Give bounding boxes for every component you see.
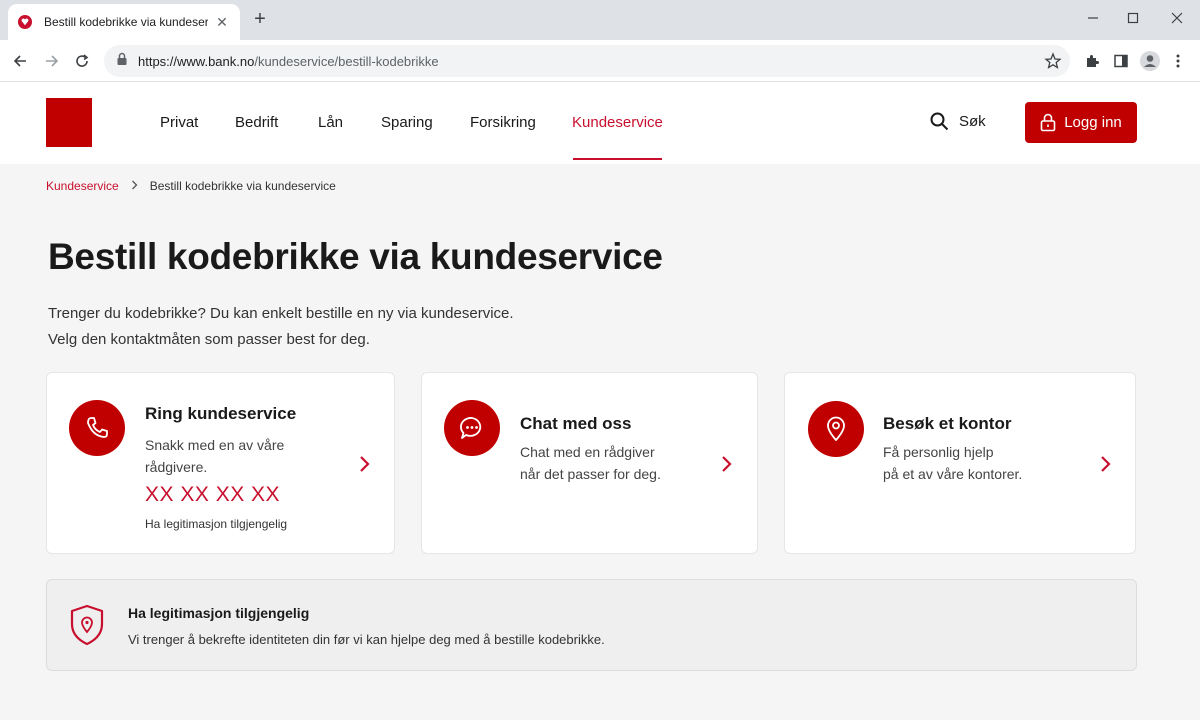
- browser-menu-icon[interactable]: [1166, 49, 1190, 73]
- search-label: Søk: [959, 113, 986, 130]
- search-icon: [930, 112, 949, 131]
- card-besok-et-kontor[interactable]: Besøk et kontor Få personlig hjelp på et…: [784, 372, 1136, 554]
- card-title: Ring kundeservice: [145, 404, 297, 423]
- card-description-line-1: Få personlig hjelp: [883, 444, 994, 460]
- card-note: Ha legitimasjon tilgjengelig: [145, 517, 288, 531]
- phone-number: XX XX XX XX: [145, 483, 281, 506]
- chevron-right-icon: [360, 456, 370, 472]
- close-window-button[interactable]: [1154, 0, 1200, 36]
- card-description: Chat med en rådgiver når det passer for …: [520, 441, 661, 485]
- card-description: Få personlig hjelp på et av våre kontore…: [883, 441, 1022, 485]
- site-header: Privat Bedrift Lån Sparing Forsikring Ku…: [0, 82, 1200, 164]
- intro-line-1: Trenger du kodebrikke? Du kan enkelt bes…: [48, 305, 514, 322]
- browser-toolbar: https://www.bank.no/kundeservice/bestill…: [0, 40, 1200, 82]
- forward-arrow-icon[interactable]: [40, 49, 64, 73]
- card-description-line-2: når det passer for deg.: [520, 466, 661, 482]
- nav-privat[interactable]: Privat: [160, 114, 198, 131]
- login-button[interactable]: Logg inn: [1025, 102, 1137, 143]
- address-bar[interactable]: https://www.bank.no/kundeservice/bestill…: [104, 45, 1070, 77]
- url-path: /kundeservice/bestill-kodebrikke: [254, 53, 439, 69]
- favicon-icon: [18, 15, 32, 29]
- search-button[interactable]: Søk: [930, 112, 986, 131]
- intro-line-2: Velg den kontaktmåten som passer best fo…: [48, 331, 370, 348]
- nav-lan[interactable]: Lån: [318, 114, 343, 131]
- shield-icon: [70, 604, 104, 646]
- chevron-right-icon: [131, 179, 138, 193]
- back-arrow-icon[interactable]: [8, 49, 32, 73]
- chat-icon: [444, 400, 500, 456]
- padlock-icon: [1040, 113, 1056, 132]
- chevron-right-icon: [722, 456, 732, 472]
- bank-logo[interactable]: [46, 98, 92, 147]
- chevron-right-icon: [1101, 456, 1111, 472]
- browser-tab-bar: Bestill kodebrikke via kundeservice ✕ +: [0, 0, 1200, 40]
- card-description-line-1: Chat med en rådgiver: [520, 444, 655, 460]
- tab-close-icon[interactable]: ✕: [214, 14, 230, 31]
- info-text: Vi trenger å bekrefte identiteten din fø…: [128, 632, 605, 647]
- breadcrumb-current: Bestill kodebrikke via kundeservice: [149, 179, 336, 193]
- card-chat-med-oss[interactable]: Chat med oss Chat med en rådgiver når de…: [421, 372, 758, 554]
- url-text: https://www.bank.no/kundeservice/bestill…: [138, 54, 439, 69]
- nav-forsikring[interactable]: Forsikring: [470, 114, 536, 131]
- profile-avatar-icon[interactable]: [1138, 49, 1162, 73]
- card-title: Besøk et kontor: [883, 414, 1012, 433]
- card-title: Chat med oss: [520, 414, 632, 433]
- extensions-puzzle-icon[interactable]: [1080, 49, 1104, 73]
- active-nav-indicator: [573, 158, 662, 160]
- tab-title: Bestill kodebrikke via kundeservice: [44, 15, 208, 29]
- nav-bedrift[interactable]: Bedrift: [235, 114, 278, 131]
- nav-kundeservice[interactable]: Kundeservice: [572, 114, 663, 131]
- intro-text: Trenger du kodebrikke? Du kan enkelt bes…: [48, 301, 514, 353]
- new-tab-button[interactable]: +: [248, 8, 272, 32]
- info-title: Ha legitimasjon tilgjengelig: [128, 605, 310, 621]
- url-host: https://www.bank.no: [138, 53, 255, 69]
- browser-tab[interactable]: Bestill kodebrikke via kundeservice ✕: [8, 4, 240, 40]
- maximize-button[interactable]: [1110, 0, 1156, 36]
- card-description-line-2: på et av våre kontorer.: [883, 466, 1023, 482]
- phone-icon: [69, 400, 125, 456]
- info-notice: Ha legitimasjon tilgjengelig Vi trenger …: [46, 579, 1137, 671]
- reload-icon[interactable]: [70, 49, 94, 73]
- bookmark-star-icon[interactable]: [1044, 52, 1062, 75]
- location-pin-icon: [808, 401, 864, 457]
- card-description: Snakk med en av våre rådgivere.: [145, 434, 284, 478]
- lock-icon: [116, 52, 128, 71]
- card-ring-kundeservice[interactable]: Ring kundeservice Snakk med en av våre r…: [46, 372, 395, 554]
- side-panel-icon[interactable]: [1109, 49, 1133, 73]
- breadcrumb-link-kundeservice[interactable]: Kundeservice: [46, 179, 119, 193]
- card-description-line-2: rådgivere.: [145, 459, 208, 475]
- card-description-line-1: Snakk med en av våre: [145, 437, 285, 453]
- page-title: Bestill kodebrikke via kundeservice: [48, 236, 663, 277]
- breadcrumb: Kundeservice Bestill kodebrikke via kund…: [46, 179, 336, 193]
- login-label: Logg inn: [1064, 114, 1122, 131]
- nav-sparing[interactable]: Sparing: [381, 114, 433, 131]
